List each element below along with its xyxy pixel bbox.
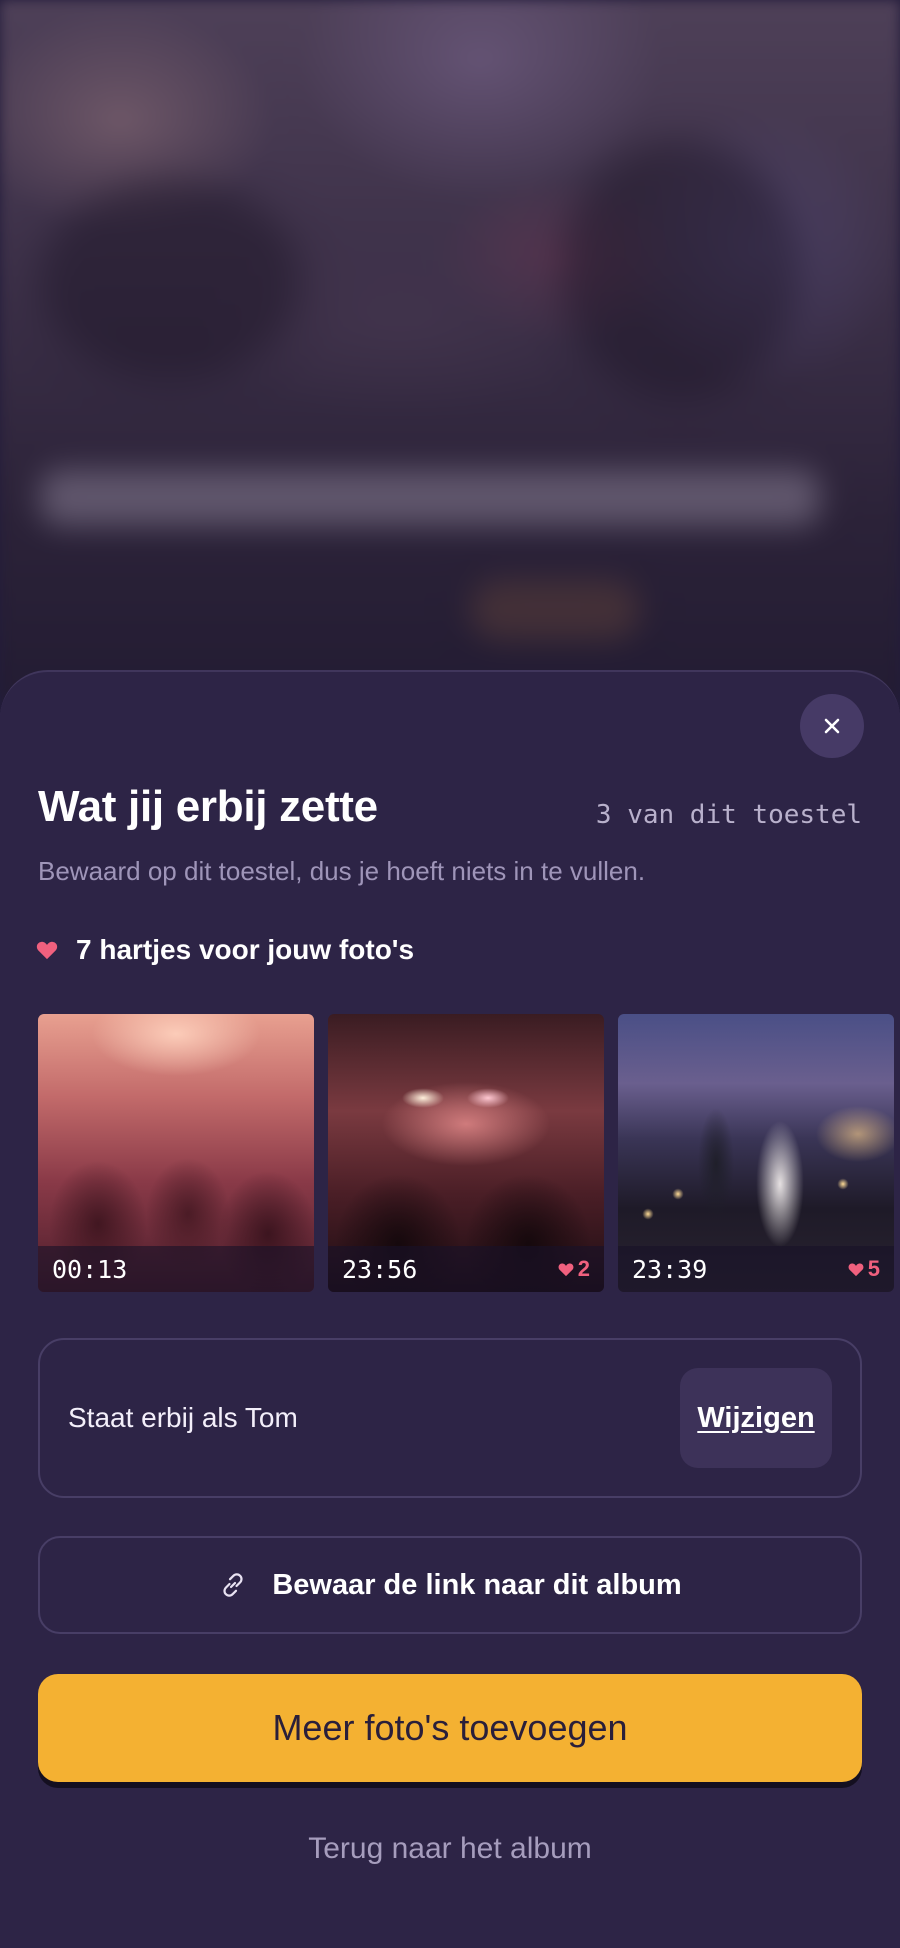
- display-name-text: Staat erbij als Tom: [68, 1402, 298, 1433]
- heart-icon: [848, 1262, 864, 1276]
- photo-likes-count: 2: [577, 1256, 590, 1281]
- close-button[interactable]: [800, 694, 864, 758]
- link-icon: [223, 1573, 243, 1597]
- photo-likes-count: 5: [867, 1256, 880, 1281]
- bottom-sheet: Wat jij erbij zette 3 van dit toestel Be…: [0, 670, 900, 1948]
- hearts-count-label: 7 hartjes voor jouw foto's: [76, 934, 415, 965]
- photo-thumbnail[interactable]: 00:13: [38, 1014, 314, 1292]
- photo-time: 23:56: [342, 1254, 418, 1284]
- device-count: 3 van dit toestel: [595, 800, 862, 830]
- photo-info-bar: 23:39 5: [618, 1246, 894, 1292]
- blurred-background: [0, 0, 900, 700]
- heart-icon: [558, 1262, 574, 1276]
- sheet-subtitle: Bewaard op dit toestel, dus je hoeft nie…: [38, 856, 646, 886]
- photo-info-bar: 23:56 2: [328, 1246, 604, 1292]
- change-name-button[interactable]: Wijzigen: [680, 1368, 832, 1468]
- back-to-album-link[interactable]: Terug naar het album: [0, 1832, 900, 1866]
- add-more-photos-button[interactable]: Meer foto's toevoegen: [38, 1674, 862, 1782]
- sheet-title: Wat jij erbij zette: [38, 782, 378, 831]
- save-album-link-button[interactable]: Bewaar de link naar dit album: [38, 1536, 862, 1634]
- photo-info-bar: 00:13: [38, 1246, 314, 1292]
- photo-strip[interactable]: 00:13 23:56 2 23:39 5: [38, 1014, 900, 1292]
- photo-time: 23:39: [632, 1254, 708, 1284]
- display-name-card: Staat erbij als Tom Wijzigen: [38, 1338, 862, 1498]
- save-album-link-label: Bewaar de link naar dit album: [272, 1568, 682, 1601]
- photo-likes: 5: [848, 1256, 880, 1282]
- photo-time: 00:13: [52, 1254, 128, 1284]
- hearts-summary: 7 hartjes voor jouw foto's: [36, 934, 414, 966]
- photo-thumbnail[interactable]: 23:56 2: [328, 1014, 604, 1292]
- photo-thumbnail[interactable]: 23:39 5: [618, 1014, 894, 1292]
- heart-icon: [36, 941, 58, 960]
- close-icon: [824, 718, 840, 734]
- photo-likes: 2: [558, 1256, 590, 1282]
